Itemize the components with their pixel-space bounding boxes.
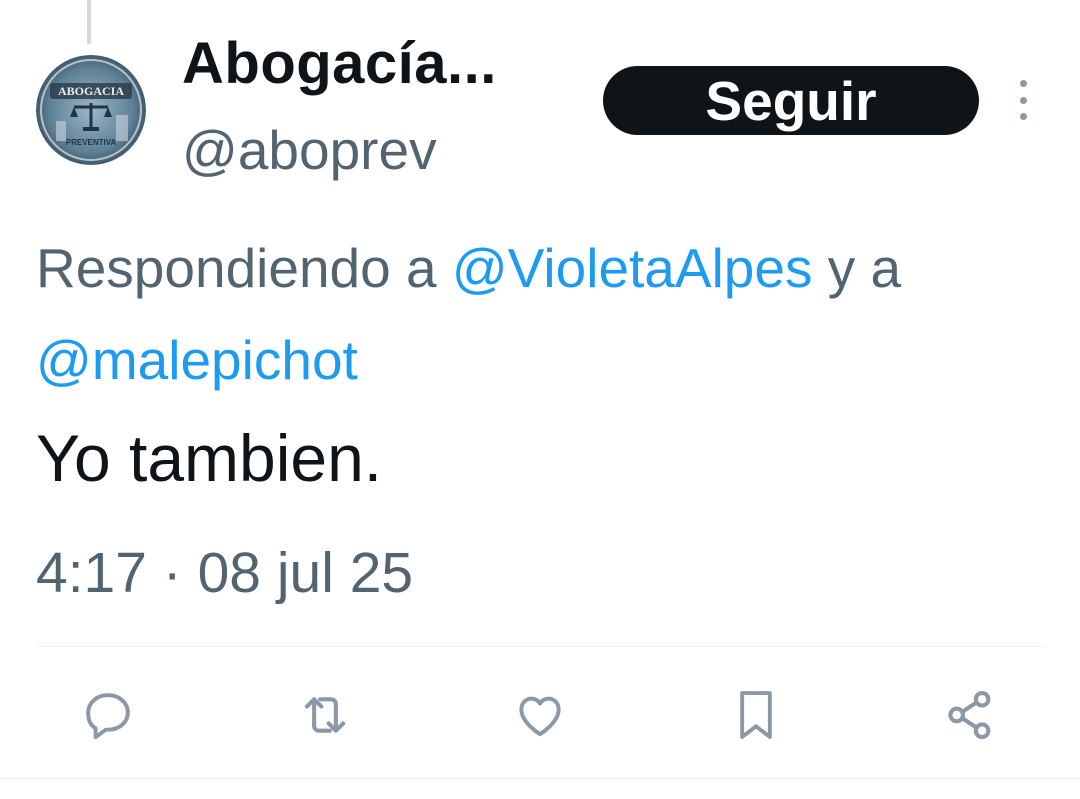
divider bbox=[36, 646, 1046, 647]
retweet-button[interactable] bbox=[290, 680, 360, 750]
share-button[interactable] bbox=[935, 680, 1005, 750]
reply-icon bbox=[86, 693, 130, 740]
tweet-actions-bar bbox=[0, 680, 1080, 750]
reply-context: Respondiendo a @VioletaAlpes y a @malepi… bbox=[36, 222, 1072, 406]
reply-context-prefix: Respondiendo a bbox=[36, 237, 452, 299]
divider bbox=[0, 778, 1080, 779]
bookmark-icon bbox=[740, 691, 772, 739]
more-vertical-icon-dot bbox=[1019, 113, 1027, 120]
mention-link-malepichot[interactable]: @malepichot bbox=[36, 329, 358, 391]
more-vertical-icon-dot bbox=[1019, 80, 1027, 87]
heart-icon bbox=[519, 696, 561, 737]
avatar[interactable]: ABOGACIA PREVENTIVA bbox=[36, 55, 146, 165]
bookmark-button[interactable] bbox=[721, 680, 791, 750]
share-icon bbox=[948, 690, 991, 740]
retweet-icon bbox=[304, 697, 346, 733]
display-name[interactable]: Abogacía... bbox=[182, 30, 497, 97]
more-vertical-icon-dot bbox=[1019, 96, 1027, 104]
mention-link-violetaalpes[interactable]: @VioletaAlpes bbox=[452, 237, 813, 299]
like-button[interactable] bbox=[505, 680, 575, 750]
reply-context-joiner: y a bbox=[812, 237, 902, 299]
avatar-logo-text: ABOGACIA bbox=[58, 84, 124, 98]
tweet-timestamp[interactable]: 4:17 · 08 jul 25 bbox=[36, 540, 413, 606]
tweet-text: Yo tambien. bbox=[36, 421, 383, 495]
user-handle[interactable]: @aboprev bbox=[182, 118, 437, 182]
thread-connector-line bbox=[87, 0, 91, 44]
avatar-logo-subtext: PREVENTIVA bbox=[66, 138, 117, 147]
avatar-image: ABOGACIA PREVENTIVA bbox=[36, 55, 146, 165]
follow-button-label: Seguir bbox=[705, 69, 877, 132]
more-options-button[interactable] bbox=[1008, 80, 1038, 120]
follow-button[interactable]: Seguir bbox=[603, 66, 979, 135]
reply-button[interactable] bbox=[73, 680, 143, 750]
